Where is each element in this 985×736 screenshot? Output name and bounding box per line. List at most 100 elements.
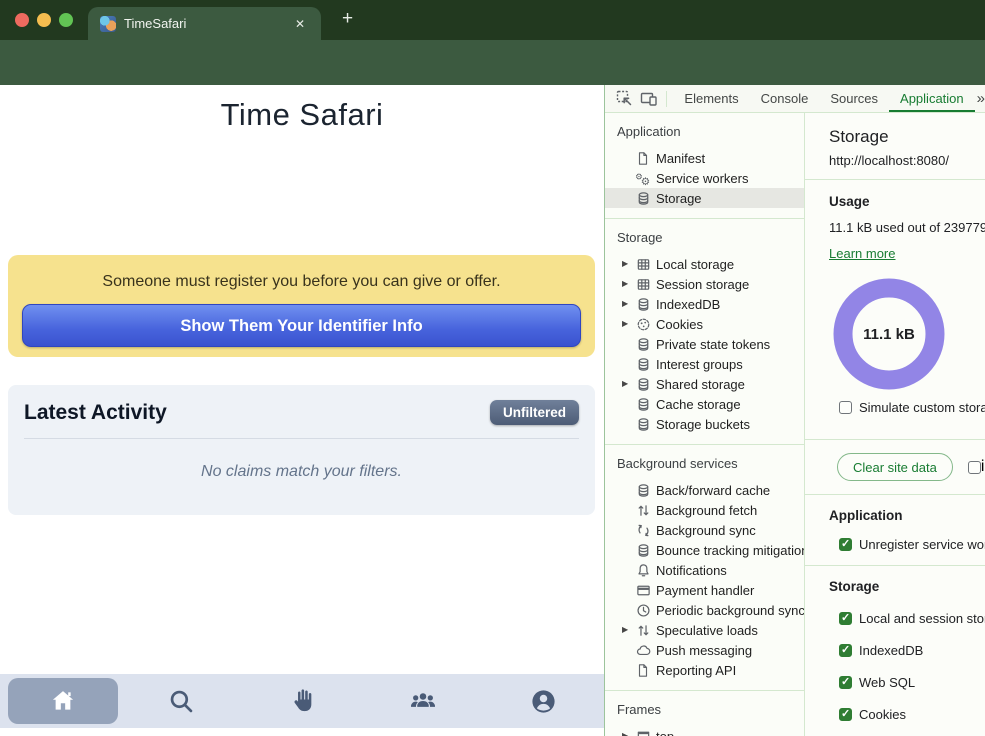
browser-tab[interactable]: TimeSafari ✕ bbox=[88, 7, 321, 40]
nav-offers[interactable] bbox=[242, 674, 363, 728]
sidebar-item-storage-buckets[interactable]: Storage buckets bbox=[605, 414, 804, 434]
profile-icon bbox=[530, 688, 557, 715]
nav-profile[interactable] bbox=[483, 674, 604, 728]
sidebar-item-session-storage[interactable]: ▶ Session storage bbox=[605, 274, 804, 294]
device-toolbar-icon[interactable] bbox=[639, 89, 659, 109]
sidebar-section-title: Application bbox=[605, 117, 804, 148]
checkbox-checked-icon[interactable] bbox=[839, 612, 852, 625]
learn-more-link[interactable]: Learn more bbox=[829, 246, 895, 261]
cookie-icon bbox=[635, 316, 651, 332]
storage-section-heading: Storage bbox=[829, 579, 985, 594]
simulate-quota-checkbox[interactable]: Simulate custom stora bbox=[839, 400, 985, 415]
latest-activity-title: Latest Activity bbox=[24, 401, 167, 425]
sidebar-item-payment-handler[interactable]: Payment handler bbox=[605, 580, 804, 600]
bottom-navigation bbox=[0, 674, 604, 728]
check-web-sql[interactable]: Web SQL bbox=[839, 675, 985, 690]
database-icon bbox=[635, 396, 651, 412]
gears-icon: ⚙⚙ bbox=[635, 170, 651, 186]
sidebar-item-background-sync[interactable]: Background sync bbox=[605, 520, 804, 540]
web-page: Time Safari Someone must register you be… bbox=[0, 85, 604, 736]
traffic-light-minimize[interactable] bbox=[37, 13, 51, 27]
sidebar-item-background-fetch[interactable]: Background fetch bbox=[605, 500, 804, 520]
check-cookies[interactable]: Cookies bbox=[839, 707, 985, 722]
check-local-and-session-stor[interactable]: Local and session stor bbox=[839, 611, 985, 626]
devtools-toolbar: ElementsConsoleSourcesApplication » bbox=[605, 85, 985, 113]
sidebar-item-storage[interactable]: Storage bbox=[605, 188, 804, 208]
checkbox-checked-icon[interactable] bbox=[839, 644, 852, 657]
database-icon bbox=[635, 542, 651, 558]
clock-icon bbox=[635, 602, 651, 618]
sidebar-item-bounce-tracking-mitigation[interactable]: Bounce tracking mitigation bbox=[605, 540, 804, 560]
devtools-sidebar: ApplicationManifest⚙⚙Service workersStor… bbox=[605, 113, 805, 736]
include-third-party-checkbox[interactable] bbox=[968, 461, 981, 474]
tab-close-icon[interactable]: ✕ bbox=[291, 15, 309, 33]
traffic-light-zoom[interactable] bbox=[59, 13, 73, 27]
check-indexeddb[interactable]: IndexedDB bbox=[839, 643, 985, 658]
sidebar-item-cookies[interactable]: ▶Cookies bbox=[605, 314, 804, 334]
usage-donut-chart: 11.1 kB bbox=[833, 278, 945, 390]
expand-arrow-icon[interactable]: ▶ bbox=[622, 732, 635, 736]
nav-home-active-chip[interactable] bbox=[8, 678, 118, 724]
document-icon bbox=[635, 662, 651, 678]
database-icon bbox=[635, 376, 651, 392]
sidebar-item-reporting-api[interactable]: Reporting API bbox=[605, 660, 804, 680]
arrows-updown-icon bbox=[635, 622, 651, 638]
sidebar-item-local-storage[interactable]: ▶Local storage bbox=[605, 254, 804, 274]
sidebar-item-interest-groups[interactable]: Interest groups bbox=[605, 354, 804, 374]
sidebar-item-back-forward-cache[interactable]: Back/forward cache bbox=[605, 480, 804, 500]
storage-origin: http://localhost:8080/ bbox=[805, 150, 985, 179]
sidebar-section-storage: Storage▶Local storage▶Session storage▶In… bbox=[605, 219, 804, 445]
sidebar-item-periodic-background-sync[interactable]: Periodic background sync bbox=[605, 600, 804, 620]
sidebar-item-label: Cache storage bbox=[656, 397, 741, 412]
show-identifier-info-button[interactable]: Show Them Your Identifier Info bbox=[22, 304, 581, 347]
database-icon bbox=[635, 336, 651, 352]
database-icon bbox=[635, 482, 651, 498]
checkbox-checked-icon[interactable] bbox=[839, 708, 852, 721]
new-tab-button[interactable]: + bbox=[336, 8, 359, 30]
traffic-light-close[interactable] bbox=[15, 13, 29, 27]
sidebar-item-manifest[interactable]: Manifest bbox=[605, 148, 804, 168]
devtools-tab-elements[interactable]: Elements bbox=[673, 86, 749, 112]
sidebar-item-label: Session storage bbox=[656, 277, 749, 292]
devtools-tab-application[interactable]: Application bbox=[889, 86, 975, 112]
expand-arrow-icon[interactable]: ▶ bbox=[622, 260, 635, 268]
nav-contacts[interactable] bbox=[362, 674, 483, 728]
storage-checks: Local and session stor IndexedDB Web SQL Co… bbox=[829, 611, 985, 736]
checkbox-checked-icon[interactable] bbox=[839, 538, 852, 551]
clear-site-data-button[interactable]: Clear site data bbox=[837, 453, 953, 481]
devtools-tab-console[interactable]: Console bbox=[750, 86, 820, 112]
sidebar-item-notifications[interactable]: Notifications bbox=[605, 560, 804, 580]
devtools-tab-sources[interactable]: Sources bbox=[819, 86, 889, 112]
check-label: Unregister service wor bbox=[859, 537, 985, 552]
sidebar-item-cache-storage[interactable]: Cache storage bbox=[605, 394, 804, 414]
expand-arrow-icon[interactable]: ▶ bbox=[622, 280, 635, 288]
sidebar-item-label: IndexedDB bbox=[656, 297, 720, 312]
expand-arrow-icon[interactable]: ▶ bbox=[622, 320, 635, 328]
check-unregister-service-wor[interactable]: Unregister service wor bbox=[839, 537, 985, 552]
arrows-updown-icon bbox=[635, 502, 651, 518]
checkbox-unchecked-icon[interactable] bbox=[839, 401, 852, 414]
checkbox-checked-icon[interactable] bbox=[839, 676, 852, 689]
sidebar-item-indexeddb[interactable]: ▶ IndexedDB bbox=[605, 294, 804, 314]
sidebar-item-label: Storage buckets bbox=[656, 417, 750, 432]
database-icon bbox=[635, 296, 651, 312]
usage-heading: Usage bbox=[805, 180, 985, 209]
unfiltered-filter-button[interactable]: Unfiltered bbox=[490, 400, 579, 425]
database-icon bbox=[635, 356, 651, 372]
inspect-element-icon[interactable] bbox=[615, 89, 635, 109]
sidebar-item-private-state-tokens[interactable]: Private state tokens bbox=[605, 334, 804, 354]
application-clear-section: Application Unregister service wor bbox=[805, 495, 985, 565]
hand-icon bbox=[289, 688, 315, 714]
expand-arrow-icon[interactable]: ▶ bbox=[622, 300, 635, 308]
nav-search[interactable] bbox=[121, 674, 242, 728]
sidebar-item-top[interactable]: ▶top bbox=[605, 726, 804, 736]
expand-arrow-icon[interactable]: ▶ bbox=[622, 380, 635, 388]
sidebar-item-shared-storage[interactable]: ▶Shared storage bbox=[605, 374, 804, 394]
sidebar-item-service-workers[interactable]: ⚙⚙Service workers bbox=[605, 168, 804, 188]
expand-arrow-icon[interactable]: ▶ bbox=[622, 626, 635, 634]
more-tabs-icon[interactable]: » bbox=[977, 90, 985, 107]
sidebar-item-speculative-loads[interactable]: ▶Speculative loads bbox=[605, 620, 804, 640]
sidebar-item-push-messaging[interactable]: Push messaging bbox=[605, 640, 804, 660]
usage-donut-label: 11.1 kB bbox=[833, 278, 945, 390]
application-section-heading: Application bbox=[829, 508, 985, 523]
